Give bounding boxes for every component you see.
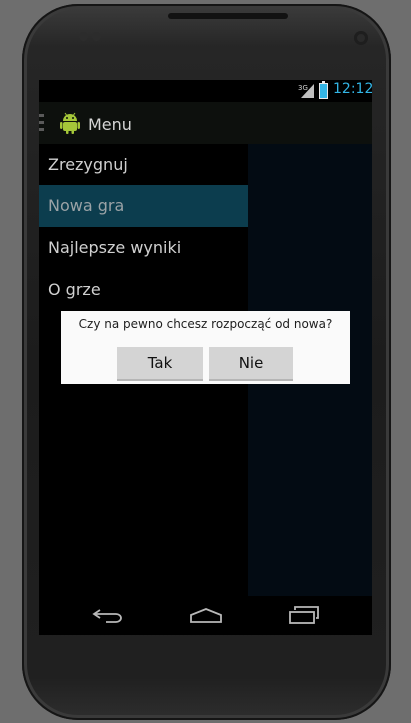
battery-icon	[319, 81, 328, 99]
confirm-button[interactable]: Tak	[117, 347, 203, 381]
drawer-item-zrezygnuj[interactable]: Zrezygnuj	[39, 144, 248, 186]
earpiece-speaker	[168, 13, 288, 19]
back-icon[interactable]	[92, 608, 124, 624]
cancel-button[interactable]: Nie	[209, 347, 293, 381]
drawer-item-o-grze[interactable]: O grze	[39, 269, 248, 311]
drawer-item-najlepsze-wyniki[interactable]: Najlepsze wyniki	[39, 227, 248, 269]
action-bar-title: Menu	[88, 115, 132, 134]
proximity-sensors	[79, 32, 107, 42]
recents-icon[interactable]	[288, 606, 320, 624]
drawer-indicator-icon[interactable]	[39, 114, 45, 134]
navigation-bar	[39, 596, 372, 635]
drawer-item-nowa-gra[interactable]: Nowa gra	[39, 185, 248, 227]
status-time: 12:12	[333, 81, 372, 97]
home-icon[interactable]	[189, 607, 223, 624]
status-bar: 3G 12:12	[39, 80, 372, 102]
action-bar: Menu	[39, 102, 372, 144]
front-camera	[354, 31, 368, 45]
android-robot-icon[interactable]	[60, 112, 80, 134]
dialog-message: Czy na pewno chcesz rozpocząć od nowa?	[78, 317, 333, 331]
confirm-dialog: Czy na pewno chcesz rozpocząć od nowa? T…	[61, 311, 350, 384]
signal-icon	[301, 84, 314, 98]
